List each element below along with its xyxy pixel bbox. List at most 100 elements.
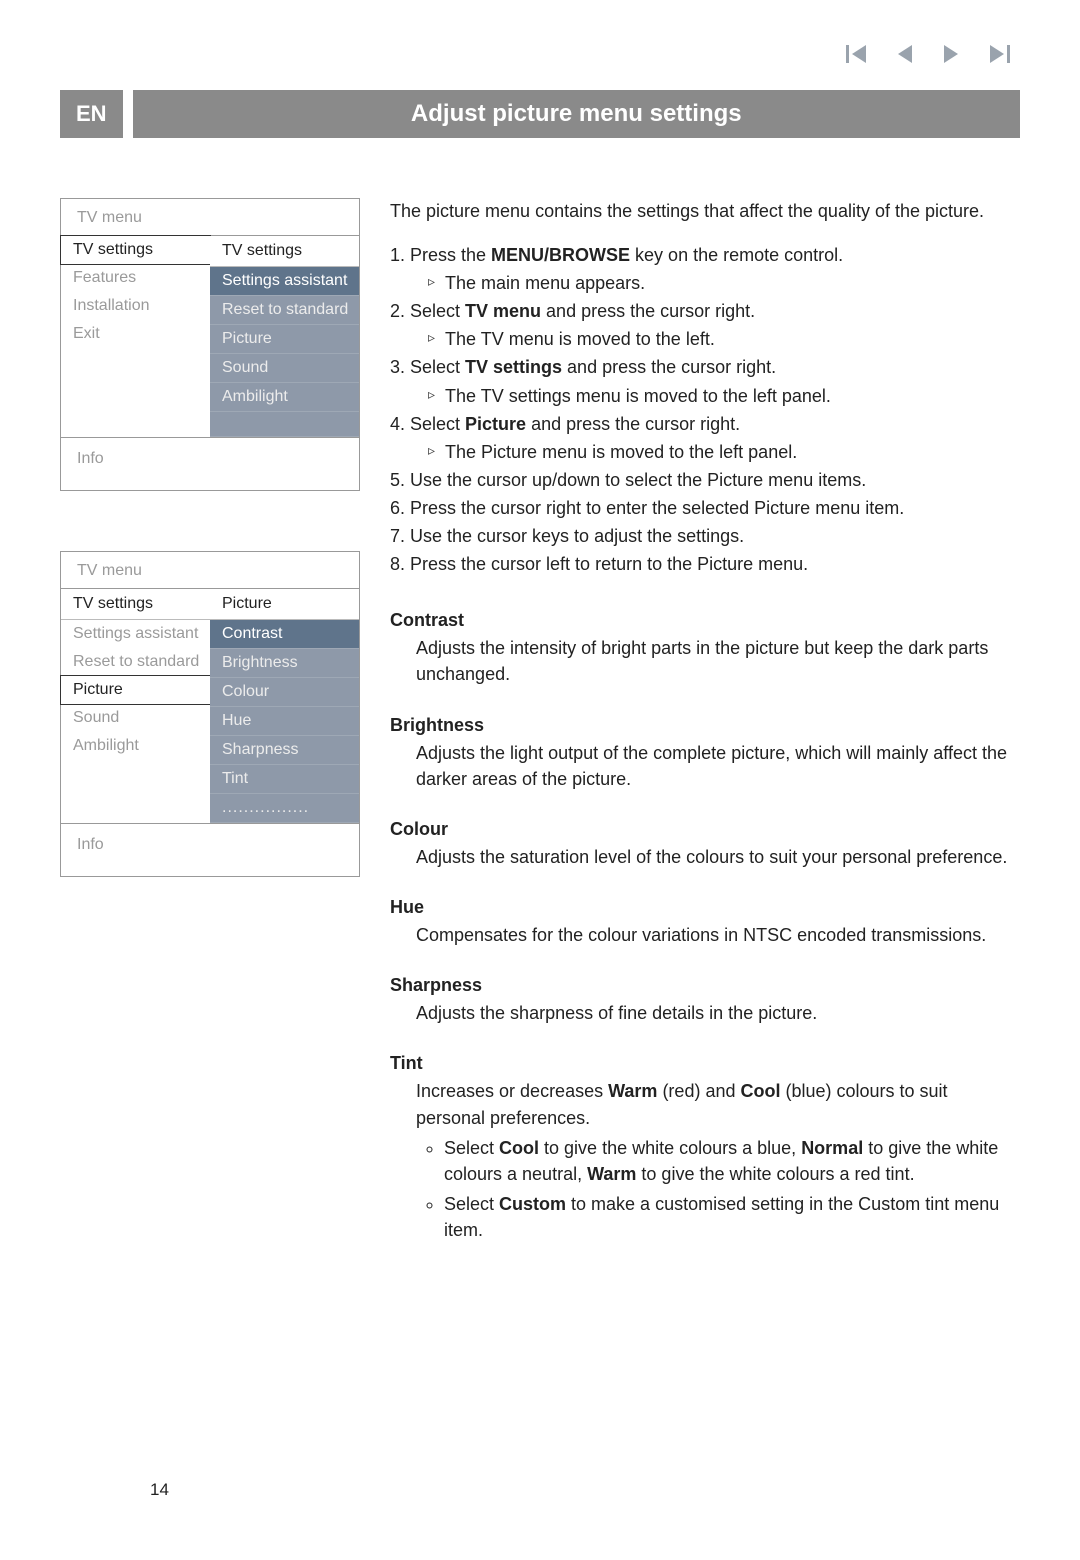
- menu-left-item[interactable]: Reset to standard: [61, 648, 210, 676]
- menu-left-panel: TV settings Features Installation Exit: [61, 236, 210, 437]
- step-bold: Picture: [465, 414, 526, 434]
- tip-text: to give the white colours a blue,: [539, 1138, 801, 1158]
- step-item: Press the cursor left to return to the P…: [410, 551, 1020, 577]
- menu-right-item[interactable]: Colour: [210, 678, 359, 707]
- step-text: Select: [410, 414, 465, 434]
- step-bold: TV settings: [465, 357, 562, 377]
- nav-icons: [846, 45, 1010, 63]
- menu-info: Info: [61, 437, 359, 490]
- section-body: Compensates for the colour variations in…: [416, 922, 1020, 948]
- section-body: Increases or decreases Warm (red) and Co…: [416, 1078, 1020, 1243]
- step-text: Select: [410, 301, 465, 321]
- back-icon[interactable]: [896, 45, 914, 63]
- last-icon[interactable]: [988, 45, 1010, 63]
- menu-left-spacer: [61, 760, 210, 788]
- section-head-brightness: Brightness: [390, 712, 1020, 738]
- page-number: 14: [150, 1480, 169, 1500]
- tip-text: Select: [444, 1194, 499, 1214]
- menu-left-spacer: [61, 348, 210, 376]
- step-text: Select: [410, 357, 465, 377]
- menu-right-spacer: [210, 412, 359, 437]
- menu-right-item[interactable]: Ambilight: [210, 383, 359, 412]
- menu-left-head: TV settings: [61, 589, 210, 620]
- page: EN Adjust picture menu settings TV menu …: [0, 0, 1080, 1560]
- section-head-contrast: Contrast: [390, 607, 1020, 633]
- step-sub-text: The TV menu is moved to the left.: [445, 326, 715, 352]
- tint-text: (red) and: [657, 1081, 740, 1101]
- menu-left-item[interactable]: Picture: [60, 675, 211, 705]
- menu-right-panel: TV settings Settings assistant Reset to …: [210, 236, 359, 437]
- menu-left-item[interactable]: Sound: [61, 704, 210, 732]
- step-text: and press the cursor right.: [562, 357, 776, 377]
- step-sub: ▹ The main menu appears.: [428, 270, 1020, 296]
- menu-left-item[interactable]: Exit: [61, 320, 210, 348]
- step-text: and press the cursor right.: [541, 301, 755, 321]
- section-body: Adjusts the light output of the complete…: [416, 740, 1020, 792]
- step-item: Press the MENU/BROWSE key on the remote …: [410, 242, 1020, 296]
- step-item: Use the cursor keys to adjust the settin…: [410, 523, 1020, 549]
- menu-title: TV menu: [61, 552, 359, 589]
- section-body: Adjusts the sharpness of fine details in…: [416, 1000, 1020, 1026]
- tint-bold: Cool: [740, 1081, 780, 1101]
- tint-tip: Select Cool to give the white colours a …: [444, 1135, 1020, 1187]
- menu-right-head: Picture: [210, 589, 359, 620]
- step-item: Use the cursor up/down to select the Pic…: [410, 467, 1020, 493]
- section-head-tint: Tint: [390, 1050, 1020, 1076]
- tip-text: to give the white colours a red tint.: [636, 1164, 914, 1184]
- triangle-icon: ▹: [428, 383, 435, 409]
- menu-left-spacer: [61, 376, 210, 404]
- triangle-icon: ▹: [428, 439, 435, 465]
- step-item: Select Picture and press the cursor righ…: [410, 411, 1020, 465]
- menu-right-item[interactable]: Sound: [210, 354, 359, 383]
- section-head-hue: Hue: [390, 894, 1020, 920]
- menu-right-item[interactable]: Settings assistant: [210, 267, 359, 296]
- menu-left-item[interactable]: Ambilight: [61, 732, 210, 760]
- menu-left-item[interactable]: TV settings: [60, 235, 211, 265]
- step-text: Press the cursor right to enter the sele…: [410, 498, 904, 518]
- triangle-icon: ▹: [428, 270, 435, 296]
- menu-left-item[interactable]: Installation: [61, 292, 210, 320]
- step-item: Press the cursor right to enter the sele…: [410, 495, 1020, 521]
- step-sub: ▹ The TV settings menu is moved to the le…: [428, 383, 1020, 409]
- menu-right-item-more: ................: [210, 794, 359, 823]
- play-icon[interactable]: [942, 45, 960, 63]
- tip-bold: Normal: [801, 1138, 863, 1158]
- step-bold: TV menu: [465, 301, 541, 321]
- header: EN Adjust picture menu settings: [60, 90, 1020, 138]
- tip-bold: Custom: [499, 1194, 566, 1214]
- menu-left-item[interactable]: Features: [61, 264, 210, 292]
- first-icon[interactable]: [846, 45, 868, 63]
- page-title: Adjust picture menu settings: [133, 90, 1020, 138]
- step-sub-text: The main menu appears.: [445, 270, 645, 296]
- tint-tip: Select Custom to make a customised setti…: [444, 1191, 1020, 1243]
- menu-right-item[interactable]: Picture: [210, 325, 359, 354]
- step-sub-text: The Picture menu is moved to the left pa…: [445, 439, 797, 465]
- language-tag: EN: [60, 90, 123, 138]
- step-text: Press the cursor left to return to the P…: [410, 554, 808, 574]
- menu-right-item[interactable]: Brightness: [210, 649, 359, 678]
- menu-right-item[interactable]: Reset to standard: [210, 296, 359, 325]
- tip-bold: Warm: [587, 1164, 636, 1184]
- step-sub-text: The TV settings menu is moved to the lef…: [445, 383, 831, 409]
- menu-right-item[interactable]: Contrast: [210, 620, 359, 649]
- step-text: Press the: [410, 245, 491, 265]
- menu-right-head: TV settings: [210, 236, 359, 267]
- steps-list: Press the MENU/BROWSE key on the remote …: [390, 242, 1020, 577]
- menu-right-item[interactable]: Tint: [210, 765, 359, 794]
- section-body: Adjusts the intensity of bright parts in…: [416, 635, 1020, 687]
- menu-right-panel: Picture Contrast Brightness Colour Hue S…: [210, 589, 359, 823]
- menu-box-1: TV menu TV settings Features Installatio…: [60, 198, 360, 491]
- tint-tips: Select Cool to give the white colours a …: [422, 1135, 1020, 1243]
- step-item: Select TV settings and press the cursor …: [410, 354, 1020, 408]
- right-column: The picture menu contains the settings t…: [390, 198, 1020, 1247]
- intro-text: The picture menu contains the settings t…: [390, 198, 1020, 224]
- menu-right-item[interactable]: Hue: [210, 707, 359, 736]
- triangle-icon: ▹: [428, 326, 435, 352]
- tint-text: Increases or decreases: [416, 1081, 608, 1101]
- menu-info: Info: [61, 823, 359, 876]
- menu-left-item[interactable]: Settings assistant: [61, 620, 210, 648]
- menu-left-panel: TV settings Settings assistant Reset to …: [61, 589, 210, 823]
- menu-right-item[interactable]: Sharpness: [210, 736, 359, 765]
- step-sub: ▹ The TV menu is moved to the left.: [428, 326, 1020, 352]
- left-column: TV menu TV settings Features Installatio…: [60, 198, 360, 1247]
